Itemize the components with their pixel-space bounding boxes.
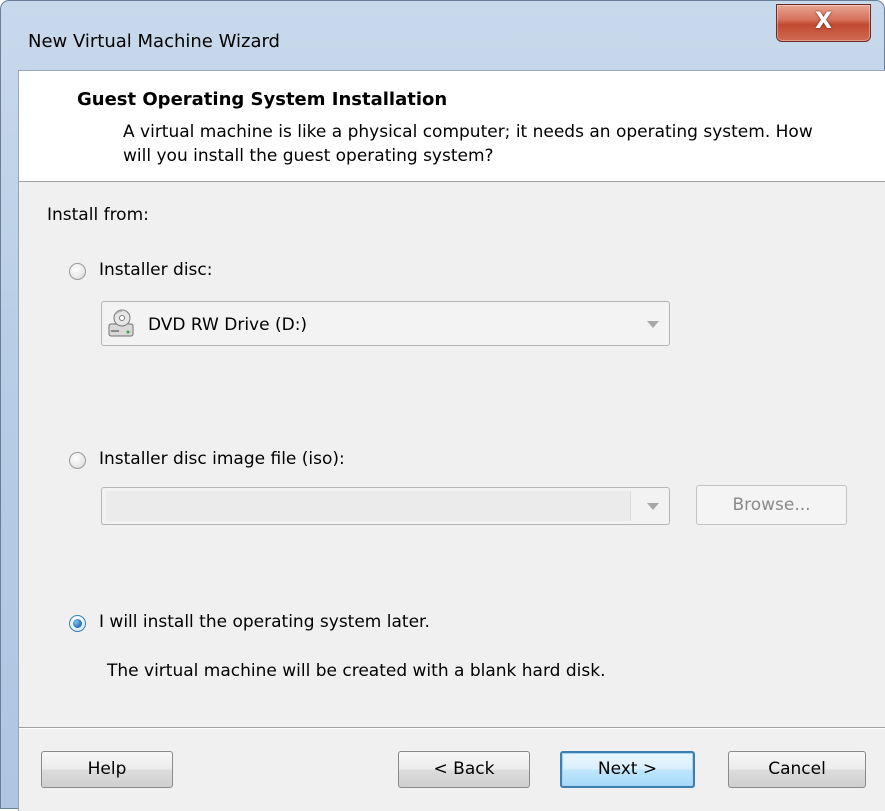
install-from-label: Install from:	[47, 205, 149, 225]
window-title: New Virtual Machine Wizard	[28, 31, 280, 52]
browse-button[interactable]: Browse...	[696, 485, 847, 525]
iso-image-radio[interactable]	[69, 452, 86, 469]
browse-button-label: Browse...	[732, 495, 811, 515]
drive-select-value: DVD RW Drive (D:)	[148, 315, 308, 335]
wizard-content: Guest Operating System Installation A vi…	[18, 70, 885, 811]
title-bar[interactable]: New Virtual Machine Wizard X	[1, 1, 884, 59]
drive-select[interactable]: DVD RW Drive (D:)	[101, 301, 670, 346]
iso-path-input[interactable]	[106, 491, 631, 521]
cancel-button-label: Cancel	[768, 759, 826, 779]
radio-selected-dot	[73, 619, 82, 628]
cancel-button[interactable]: Cancel	[728, 751, 866, 788]
install-later-radio[interactable]	[69, 615, 86, 632]
install-later-label[interactable]: I will install the operating system late…	[99, 612, 430, 632]
next-button-label: Next >	[597, 759, 658, 779]
page-title: Guest Operating System Installation	[77, 89, 448, 110]
close-icon: X	[815, 9, 832, 34]
iso-image-label[interactable]: Installer disc image file (iso):	[99, 449, 345, 469]
help-button[interactable]: Help	[41, 751, 173, 788]
chevron-down-icon	[647, 320, 659, 328]
installer-disc-label[interactable]: Installer disc:	[99, 260, 212, 280]
page-description: A virtual machine is like a physical com…	[123, 122, 813, 166]
chevron-down-icon	[647, 503, 659, 510]
next-button[interactable]: Next >	[560, 751, 695, 788]
iso-path-combo[interactable]	[101, 487, 670, 525]
help-button-label: Help	[87, 759, 127, 779]
back-button-label: < Back	[433, 759, 495, 779]
install-later-note: The virtual machine will be created with…	[107, 661, 606, 681]
close-button[interactable]: X	[776, 4, 871, 42]
back-button[interactable]: < Back	[398, 751, 530, 788]
wizard-window: New Virtual Machine Wizard X Guest Opera…	[0, 0, 885, 811]
footer-divider-highlight	[19, 728, 885, 729]
wizard-header: Guest Operating System Installation A vi…	[19, 71, 885, 182]
installer-disc-radio[interactable]	[69, 263, 86, 280]
optical-drive-icon	[108, 309, 134, 337]
